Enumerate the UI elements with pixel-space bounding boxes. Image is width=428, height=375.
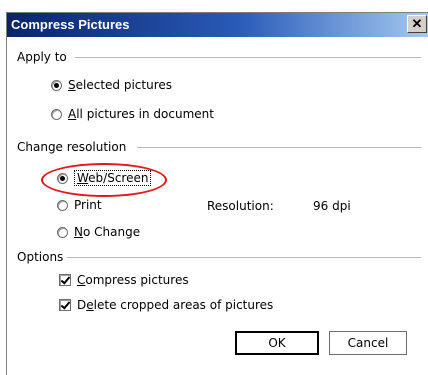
radio-unselected-icon[interactable] xyxy=(51,108,62,120)
compress-pictures-checkbox[interactable]: Compress pictures xyxy=(59,273,189,287)
close-icon[interactable]: ✕ xyxy=(407,15,427,33)
all-pictures-radio[interactable]: All pictures in document xyxy=(51,107,214,121)
checkbox-checked-icon[interactable] xyxy=(59,299,71,311)
radio-selected-icon[interactable] xyxy=(51,79,62,91)
change-resolution-divider xyxy=(137,147,421,148)
print-label: Print xyxy=(74,198,102,212)
dialog-title: Compress Pictures xyxy=(11,17,130,32)
options-divider xyxy=(67,257,421,258)
print-radio[interactable]: Print xyxy=(57,198,102,212)
radio-unselected-icon[interactable] xyxy=(57,226,68,238)
checkbox-checked-icon[interactable] xyxy=(59,274,71,286)
cancel-button[interactable]: Cancel xyxy=(329,331,407,355)
resolution-label: Resolution: xyxy=(207,199,274,213)
options-label: Options xyxy=(17,250,68,264)
ok-button[interactable]: OK xyxy=(235,331,319,355)
radio-unselected-icon[interactable] xyxy=(57,199,68,211)
change-resolution-label: Change resolution xyxy=(17,140,131,154)
no-change-radio[interactable]: No Change xyxy=(57,225,140,239)
apply-to-divider xyxy=(75,57,421,58)
resolution-value: 96 dpi xyxy=(313,199,351,213)
apply-to-label: Apply to xyxy=(17,50,71,64)
selected-pictures-label: Selected pictures xyxy=(68,78,173,92)
highlight-ellipse xyxy=(41,163,167,197)
compress-pictures-dialog: Compress Pictures ✕ Apply to Selected pi… xyxy=(6,12,428,375)
all-pictures-label: All pictures in document xyxy=(68,107,214,121)
compress-pictures-label: Compress pictures xyxy=(77,273,189,287)
delete-cropped-label: Delete cropped areas of pictures xyxy=(77,298,274,312)
no-change-label: No Change xyxy=(74,225,141,239)
selected-pictures-radio[interactable]: Selected pictures xyxy=(51,78,172,92)
delete-cropped-checkbox[interactable]: Delete cropped areas of pictures xyxy=(59,298,273,312)
title-bar: Compress Pictures ✕ xyxy=(7,13,428,37)
